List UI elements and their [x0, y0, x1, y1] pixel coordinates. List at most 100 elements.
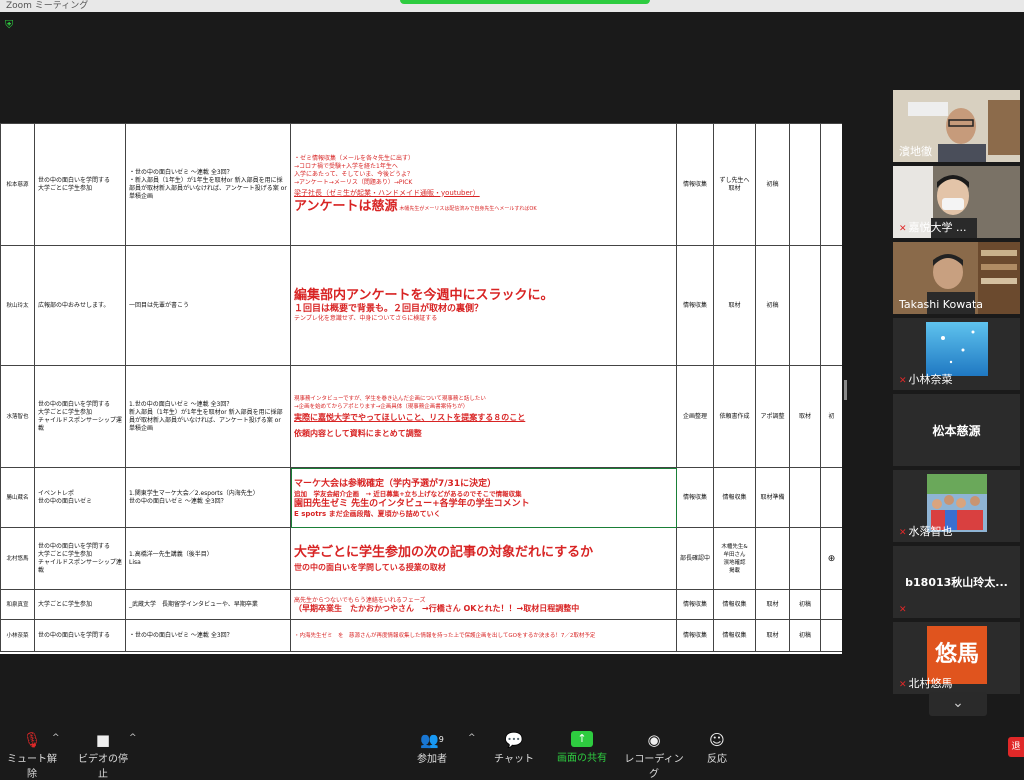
video-tile[interactable]: Takashi Kowata — [893, 242, 1020, 314]
participant-name: 濱地徹 — [899, 145, 932, 158]
chat-button[interactable]: 💬 チャット — [494, 731, 534, 765]
cell-next[interactable]: 情報収集 — [713, 589, 756, 620]
cell-next[interactable]: ずし先生へ取材 — [713, 123, 756, 246]
cell-theme[interactable]: 世の中の面白いを学問する 大学ごとに学生参加 チャイルドスポンサーシップ連載 — [34, 527, 126, 590]
cell-stage[interactable]: 取材 — [755, 589, 790, 620]
cell-name[interactable]: 和泉真宣 — [0, 589, 35, 620]
participant-name-center: b18013秋山玲太... — [905, 576, 1008, 589]
video-tile[interactable]: 松本慈源 — [893, 394, 1020, 466]
table-row[interactable]: 小林奈菜 世の中の面白いを学問する ・世の中の面白いゼミ 〜連載 全3回？ ・内… — [0, 619, 842, 652]
share-scrollbar[interactable] — [844, 380, 847, 400]
cell-c4[interactable]: 初稿 — [789, 589, 821, 620]
cell-name[interactable]: 小林奈菜 — [0, 619, 35, 652]
cell-next[interactable]: 情報収集 — [713, 467, 756, 528]
cell-c4[interactable]: 取材 — [789, 365, 821, 468]
progress-line: （早期卒業生 たかおかつやさん →行橋さん OKとれた！！→取材日程調整中 — [294, 603, 580, 613]
meeting-toolbar: 🎙 ミュート解除 ^ ■ ビデオの停止 ^ 👥9 参加者 ^ 💬 チャット ↑ … — [0, 727, 1024, 780]
cell-stage[interactable]: 取材準備 — [755, 467, 790, 528]
cell-plan[interactable]: _武蔵大学 長期留学インタビューや、早期卒業 — [125, 589, 291, 620]
cell-next[interactable]: 取材 — [713, 245, 756, 366]
video-tile[interactable]: ✕ 水落智也 — [893, 470, 1020, 542]
cell-status[interactable]: 情報収集 — [676, 123, 714, 246]
cell-theme[interactable]: 世の中の面白いを学問する 大学ごとに学生参加 — [34, 123, 126, 246]
video-tile[interactable]: 悠馬 ✕ 北村悠馬 — [893, 622, 1020, 694]
progress-text: ・ゼミ情報収集（メールを各々先生に出す） →コロナ禍で受験+入学を経た1年生へ … — [294, 154, 415, 186]
cell-status[interactable]: 情報収集 — [676, 245, 714, 366]
cell-theme[interactable]: 世の中の面白いを学問する 大学ごとに学生参加 チャイルドスポンサーシップ運載 — [34, 365, 126, 468]
cell-c4[interactable] — [789, 467, 821, 528]
cell-c4[interactable] — [789, 123, 821, 246]
cell-progress[interactable]: 大学ごとに学生参加の次の記事の対象だれにするか 世の中の面白いを学問している授業… — [290, 527, 677, 590]
cell-plan[interactable]: ・世の中の面白いゼミ 〜連載 全3回？ — [125, 619, 291, 652]
cell-c5[interactable] — [820, 619, 842, 652]
cell-next[interactable]: 情報収集 — [713, 619, 756, 652]
participant-mic: ✕ — [899, 602, 909, 615]
table-row[interactable]: 水落智也 世の中の面白いを学問する 大学ごとに学生参加 チャイルドスポンサーシッ… — [0, 365, 842, 468]
video-tile[interactable]: b18013秋山玲太... ✕ — [893, 546, 1020, 618]
table-row[interactable]: 松本慈源 世の中の面白いを学問する 大学ごとに学生参加 ・世の中の面白いゼミ 〜… — [0, 123, 842, 246]
cell-next[interactable]: 木幡先生& 牟田さん 濱地確認 掲載 — [713, 527, 756, 590]
cell-stage[interactable] — [755, 527, 790, 590]
cell-progress[interactable]: 編集部内アンケートを今週中にスラックに。 １回目は概要で背景も。２回目が取材の裏… — [290, 245, 677, 366]
window-titlebar: Zoom ミーティング — [0, 0, 1024, 12]
cell-c4[interactable] — [789, 527, 821, 590]
cell-plan[interactable]: 1.世の中の面白いゼミ 〜連載 全3回？ 新入部員（1年生）が1年生を取材or … — [125, 365, 291, 468]
cell-stage[interactable]: 取材 — [755, 619, 790, 652]
cell-c5[interactable] — [820, 245, 842, 366]
video-tile[interactable]: 濱地徹 — [893, 90, 1020, 162]
shield-icon[interactable]: ⛨ — [5, 19, 17, 31]
cell-name[interactable]: 北村悠馬 — [0, 527, 35, 590]
cell-c5[interactable] — [820, 589, 842, 620]
end-meeting-button[interactable]: 退 — [1008, 737, 1024, 757]
chevron-up-icon[interactable]: ^ — [52, 733, 60, 743]
chevron-up-icon[interactable]: ^ — [468, 733, 476, 743]
table-row[interactable]: 北村悠馬 世の中の面白いを学問する 大学ごとに学生参加 チャイルドスポンサーシッ… — [0, 527, 842, 590]
record-button[interactable]: ◉ レコーディング — [624, 731, 684, 780]
participants-button[interactable]: 👥9 参加者 — [412, 731, 452, 765]
cell-next[interactable]: 依頼書作成 — [713, 365, 756, 468]
cell-theme[interactable]: 世の中の面白いを学問する — [34, 619, 126, 652]
cell-status[interactable]: 情報収集 — [676, 589, 714, 620]
cell-c4[interactable]: 初稿 — [789, 619, 821, 652]
reactions-button[interactable]: ☺ 反応 — [700, 731, 734, 765]
cell-status[interactable]: 部長確認中 — [676, 527, 714, 590]
cell-progress-selected[interactable]: マーケ大会は参戦確定（学内予選が7/31に決定） 追加 学友会紹介企画 → 近日… — [290, 467, 677, 528]
cell-progress[interactable]: 現事務インタビューですが、学生を巻き込んだ企画について現事務と話したい →企画を… — [290, 365, 677, 468]
video-button[interactable]: ■ ビデオの停止 — [74, 731, 132, 780]
cell-plan[interactable]: 1.高橋洋一先生講義（後半目） Lisa — [125, 527, 291, 590]
cell-name[interactable]: 松本慈源 — [0, 123, 35, 246]
cell-status[interactable]: 企画整理 — [676, 365, 714, 468]
cell-status[interactable]: 情報収集 — [676, 619, 714, 652]
video-tile[interactable]: ✕ 嘉悦大学 ... — [893, 166, 1020, 238]
table-row[interactable]: 和泉真宣 大学ごとに学生参加 _武蔵大学 長期留学インタビューや、早期卒業 高先… — [0, 589, 842, 620]
cell-c5[interactable]: ⊕ — [820, 527, 842, 590]
table-row[interactable]: 秋山玲太 広報部の中おみせします。 一回目は先輩が書こう 編集部内アンケートを今… — [0, 245, 842, 366]
cell-name[interactable]: 水落智也 — [0, 365, 35, 468]
cell-progress[interactable]: 高先生からつないでもらう連絡をいれるフェーズ （早期卒業生 たかおかつやさん →… — [290, 589, 677, 620]
cell-c4[interactable] — [789, 245, 821, 366]
video-tile[interactable]: ✕ 小林奈菜 — [893, 318, 1020, 390]
cell-plan[interactable]: 一回目は先輩が書こう — [125, 245, 291, 366]
cell-c5[interactable] — [820, 123, 842, 246]
cell-plan[interactable]: ・世の中の面白いゼミ 〜連載 全3回？ ・新入部員（1年生）が1年生を取材or … — [125, 123, 291, 246]
table-row[interactable]: 勝山蔵名 イベントレポ 世の中の面白いゼミ 1.関東学生マーケ大会／2.espo… — [0, 467, 842, 528]
cell-plan[interactable]: 1.関東学生マーケ大会／2.esports（内海先生） 世の中の面白いゼミ 〜連… — [125, 467, 291, 528]
screen-share-indicator[interactable] — [400, 0, 650, 4]
cell-name[interactable]: 勝山蔵名 — [0, 467, 35, 528]
cell-progress[interactable]: ・内海先生ゼミ を 慈源さんが再度情報収集した情報を持った上で保護企画を出してG… — [290, 619, 677, 652]
cell-theme[interactable]: イベントレポ 世の中の面白いゼミ — [34, 467, 126, 528]
chevron-up-icon[interactable]: ^ — [129, 733, 137, 743]
cell-stage[interactable]: アポ調整 — [755, 365, 790, 468]
cell-name[interactable]: 秋山玲太 — [0, 245, 35, 366]
cell-stage[interactable]: 初稿 — [755, 123, 790, 246]
share-screen-button[interactable]: ↑ 画面の共有 — [555, 731, 609, 764]
spreadsheet-table: 松本慈源 世の中の面白いを学問する 大学ごとに学生参加 ・世の中の面白いゼミ 〜… — [0, 123, 842, 652]
cell-stage[interactable]: 初稿 — [755, 245, 790, 366]
cell-theme[interactable]: 広報部の中おみせします。 — [34, 245, 126, 366]
cell-progress[interactable]: ・ゼミ情報収集（メールを各々先生に出す） →コロナ禍で受験+入学を経た1年生へ … — [290, 123, 677, 246]
cell-c5[interactable]: 初 — [820, 365, 842, 468]
cell-theme[interactable]: 大学ごとに学生参加 — [34, 589, 126, 620]
chevron-down-icon[interactable]: ⌄ — [929, 692, 987, 716]
cell-status[interactable]: 情報収集 — [676, 467, 714, 528]
cell-c5[interactable] — [820, 467, 842, 528]
